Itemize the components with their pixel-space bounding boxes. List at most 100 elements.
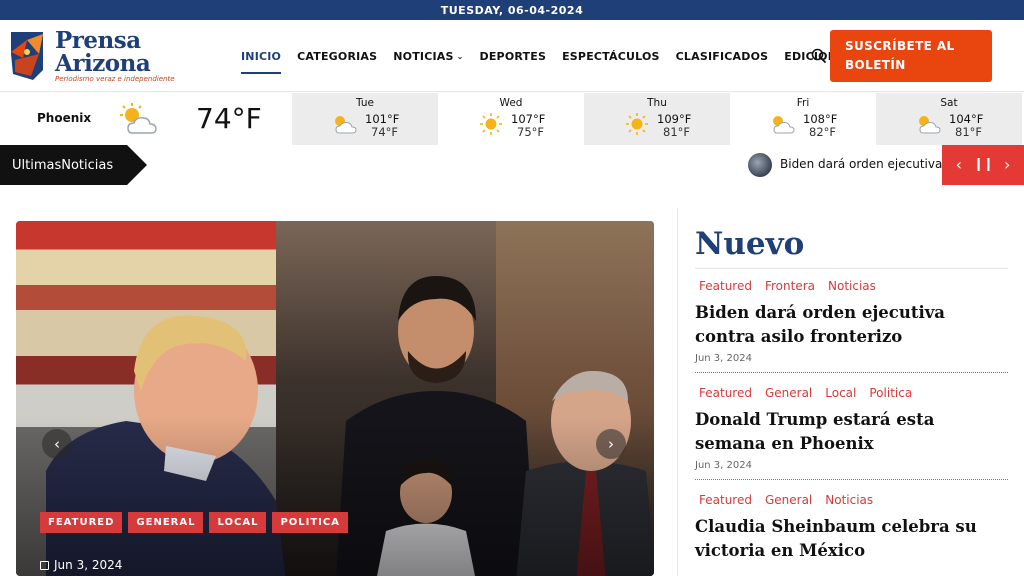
logo-line-2: Arizona — [55, 50, 151, 77]
news-item-date: Jun 3, 2024 — [695, 460, 752, 471]
main-nav: INICIO CATEGORIAS NOTICIAS ⌄ DEPORTES ESP… — [241, 20, 853, 92]
sun-icon — [480, 113, 502, 135]
news-item: Featured General Noticias Claudia Sheinb… — [695, 479, 1008, 563]
nav-categorias[interactable]: CATEGORIAS — [297, 20, 377, 92]
chevron-right-icon[interactable]: › — [1004, 157, 1010, 173]
logo-tagline: Periodismo veraz e independiente — [55, 75, 175, 83]
logo-line-1: Prensa — [55, 27, 141, 54]
forecast-low: 81°F — [663, 125, 690, 139]
partly-cloudy-icon — [335, 116, 357, 134]
news-item-categories: Featured General Local Politica — [695, 383, 1008, 403]
site-logo[interactable]: Prensa Arizona Periodismo veraz e indepe… — [9, 27, 175, 87]
latest-news-sidebar: Nuevo Featured Frontera Noticias Biden d… — [695, 222, 1008, 563]
logo-wordmark: Prensa Arizona — [55, 27, 151, 77]
ticker-label: UltimasNoticias — [0, 145, 127, 185]
forecast-day-name: Wed — [499, 97, 523, 109]
top-date-bar: TUESDAY, 06-04-2024 — [0, 0, 1024, 20]
news-item-headline[interactable]: Donald Trump estará esta semana en Phoen… — [695, 408, 1008, 456]
category-link[interactable]: Featured — [699, 279, 752, 293]
category-link[interactable]: Noticias — [825, 493, 873, 507]
category-link[interactable]: General — [765, 493, 812, 507]
hero-slider[interactable]: ‹ › FEATURED GENERAL LOCAL POLITICA Jun … — [16, 221, 654, 576]
hero-date-text: Jun 3, 2024 — [54, 558, 123, 572]
category-link[interactable]: Local — [825, 386, 856, 400]
chevron-down-icon: ⌄ — [456, 51, 464, 61]
nav-clasificados[interactable]: CLASIFICADOS — [676, 20, 769, 92]
site-header: Prensa Arizona Periodismo veraz e indepe… — [0, 20, 1024, 92]
chevron-right-icon: › — [608, 435, 614, 453]
sun-icon — [626, 113, 648, 135]
search-button[interactable] — [809, 46, 829, 66]
ticker-headline-link[interactable]: Biden dará orden ejecutiva contra asilo … — [780, 157, 942, 171]
news-item-headline[interactable]: Biden dará orden ejecutiva contra asilo … — [695, 301, 1008, 349]
nav-label: INICIO — [241, 49, 282, 63]
calendar-icon — [40, 560, 49, 570]
category-link[interactable]: Featured — [699, 493, 752, 507]
news-item: Featured General Local Politica Donald T… — [695, 372, 1008, 471]
forecast-high: 107°F — [511, 112, 546, 126]
nav-inicio[interactable]: INICIO — [241, 20, 282, 92]
news-item-headline[interactable]: Claudia Sheinbaum celebra su victoria en… — [695, 515, 1008, 563]
forecast-high: 109°F — [657, 112, 692, 126]
column-divider — [677, 208, 678, 576]
tag-featured[interactable]: FEATURED — [40, 512, 123, 533]
subscribe-newsletter-button[interactable]: SUSCRÍBETE AL BOLETÍN — [830, 30, 992, 82]
category-link[interactable]: Featured — [699, 386, 752, 400]
hero-date: Jun 3, 2024 — [40, 558, 122, 572]
nav-label: ESPECTÁCULOS — [562, 49, 660, 63]
forecast-day-fri: Fri 108°F 82°F — [730, 93, 876, 145]
forecast-low: 74°F — [371, 125, 398, 139]
forecast-day-name: Thu — [647, 97, 667, 109]
ticker-label-arrow — [127, 145, 147, 185]
chevron-left-icon: ‹ — [54, 435, 60, 453]
forecast-day-name: Sat — [940, 97, 958, 109]
nav-label: CATEGORIAS — [297, 49, 378, 63]
news-item-date: Jun 3, 2024 — [695, 353, 752, 364]
forecast-day-name: Tue — [356, 97, 374, 109]
forecast-high: 108°F — [803, 112, 838, 126]
ticker-controls: ‹ ❙❙ › — [942, 145, 1024, 185]
weather-current: Phoenix 74°F — [0, 93, 292, 145]
slider-prev-button[interactable]: ‹ — [42, 429, 72, 459]
news-item-categories: Featured Frontera Noticias — [695, 276, 1008, 296]
tag-politica[interactable]: POLITICA — [272, 512, 348, 533]
search-icon — [811, 48, 826, 63]
forecast-high: 104°F — [949, 112, 984, 126]
forecast-day-name: Fri — [796, 97, 810, 109]
pause-icon[interactable]: ❙❙ — [973, 157, 994, 173]
subscribe-line-1: SUSCRÍBETE AL — [845, 39, 955, 53]
category-link[interactable]: General — [765, 386, 812, 400]
ticker-thumbnail — [748, 153, 772, 177]
forecast-low: 75°F — [517, 125, 544, 139]
forecast-day-wed: Wed 107°F 75°F — [438, 93, 584, 145]
weather-city: Phoenix — [37, 111, 92, 125]
chevron-left-icon[interactable]: ‹ — [956, 157, 962, 173]
nav-deportes[interactable]: DEPORTES — [480, 20, 547, 92]
tag-local[interactable]: LOCAL — [209, 512, 267, 533]
forecast-day-thu: Thu 109°F 81°F — [584, 93, 730, 145]
tag-general[interactable]: GENERAL — [128, 512, 204, 533]
sidebar-title: Nuevo — [695, 222, 1008, 269]
hero-category-tags: FEATURED GENERAL LOCAL POLITICA — [40, 512, 348, 533]
news-item: Featured Frontera Noticias Biden dará or… — [695, 269, 1008, 364]
weather-widget: Phoenix 74°F Tue 101°F 74°F Wed 107°F 75… — [0, 93, 1024, 145]
forecast-low: 81°F — [955, 125, 982, 139]
partly-cloudy-icon — [919, 116, 941, 134]
arizona-map-icon — [11, 32, 43, 80]
forecast-day-tue: Tue 101°F 74°F — [292, 93, 438, 145]
partly-cloudy-icon — [773, 116, 795, 134]
nav-noticias[interactable]: NOTICIAS ⌄ — [393, 20, 463, 92]
category-link[interactable]: Politica — [869, 386, 912, 400]
news-item-categories: Featured General Noticias — [695, 490, 1008, 510]
weather-current-temp: 74°F — [196, 102, 262, 135]
nav-label: DEPORTES — [479, 49, 547, 63]
category-link[interactable]: Noticias — [828, 279, 876, 293]
forecast-high: 101°F — [365, 112, 400, 126]
category-link[interactable]: Frontera — [765, 279, 815, 293]
slider-next-button[interactable]: › — [596, 429, 626, 459]
nav-espectaculos[interactable]: ESPECTÁCULOS — [562, 20, 660, 92]
news-ticker: UltimasNoticias Biden dará orden ejecuti… — [0, 145, 1024, 185]
current-date: TUESDAY, 06-04-2024 — [440, 3, 584, 17]
forecast-day-sat: Sat 104°F 81°F — [876, 93, 1022, 145]
subscribe-line-2: BOLETÍN — [845, 58, 906, 72]
